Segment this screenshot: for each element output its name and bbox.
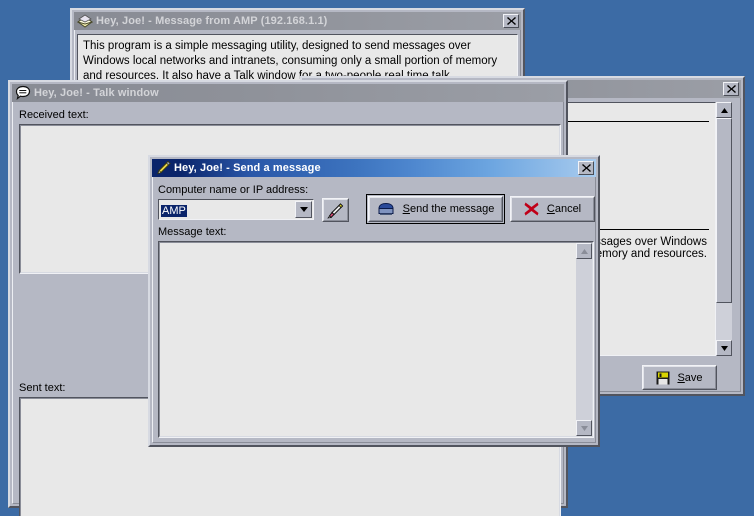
floppy-disk-icon [656, 371, 670, 385]
chevron-down-icon[interactable] [295, 201, 312, 218]
cancel-label: Cancel [546, 203, 582, 215]
mailbox-icon [377, 202, 395, 216]
window-title: Hey, Joe! - Send a message [174, 162, 321, 174]
eraser-button[interactable] [322, 198, 349, 222]
send-the-message-button[interactable]: Send the message [366, 194, 505, 224]
message-text-area[interactable] [158, 241, 594, 438]
received-messages-scrollbar[interactable] [716, 102, 732, 356]
close-icon[interactable] [578, 161, 594, 175]
computer-name-label: Computer name or IP address: [158, 184, 309, 196]
message-text-scrollbar[interactable] [576, 243, 592, 436]
message-body-panel: This program is a simple messaging utili… [77, 34, 518, 82]
message-text-value[interactable] [160, 243, 592, 249]
titlebar-send-a-message[interactable]: Hey, Joe! - Send a message [152, 159, 596, 177]
sent-text-label: Sent text: [19, 382, 66, 394]
scroll-up-button[interactable] [576, 243, 592, 259]
red-x-icon [524, 202, 539, 216]
save-button-label: Save [677, 371, 703, 384]
scroll-down-button[interactable] [716, 340, 732, 356]
close-icon[interactable] [503, 14, 519, 28]
speech-bubble-icon [15, 85, 31, 101]
scrollbar-track[interactable] [576, 259, 592, 420]
computer-name-value[interactable]: AMP [161, 204, 187, 217]
window-title: Hey, Joe! - Message from AMP (192.168.1.… [96, 15, 328, 27]
titlebar-talk-window[interactable]: Hey, Joe! - Talk window [12, 84, 564, 102]
titlebar-message-from-amp[interactable]: Hey, Joe! - Message from AMP (192.168.1.… [74, 12, 521, 30]
desktop-background: Hey, Joe! - Message from AMP (192.168.1.… [0, 0, 754, 516]
send-the-message-label: Send the message [402, 203, 495, 215]
window-title: Hey, Joe! - Talk window [34, 87, 159, 99]
scrollbar-track[interactable] [716, 303, 732, 340]
scroll-up-button[interactable] [716, 102, 732, 118]
message-text-label: Message text: [158, 226, 227, 238]
save-button[interactable]: Save [642, 365, 717, 390]
computer-name-combobox[interactable]: AMP [158, 199, 314, 220]
envelope-icon [76, 13, 94, 29]
scroll-down-button[interactable] [576, 420, 592, 436]
eraser-icon [327, 202, 344, 219]
cancel-button[interactable]: Cancel [510, 196, 595, 222]
pencil-icon [155, 160, 171, 176]
close-icon[interactable] [723, 82, 739, 96]
scrollbar-thumb[interactable] [716, 118, 732, 303]
received-text-label: Received text: [19, 109, 89, 121]
window-send-a-message[interactable]: Hey, Joe! - Send a message Computer name… [148, 155, 600, 447]
